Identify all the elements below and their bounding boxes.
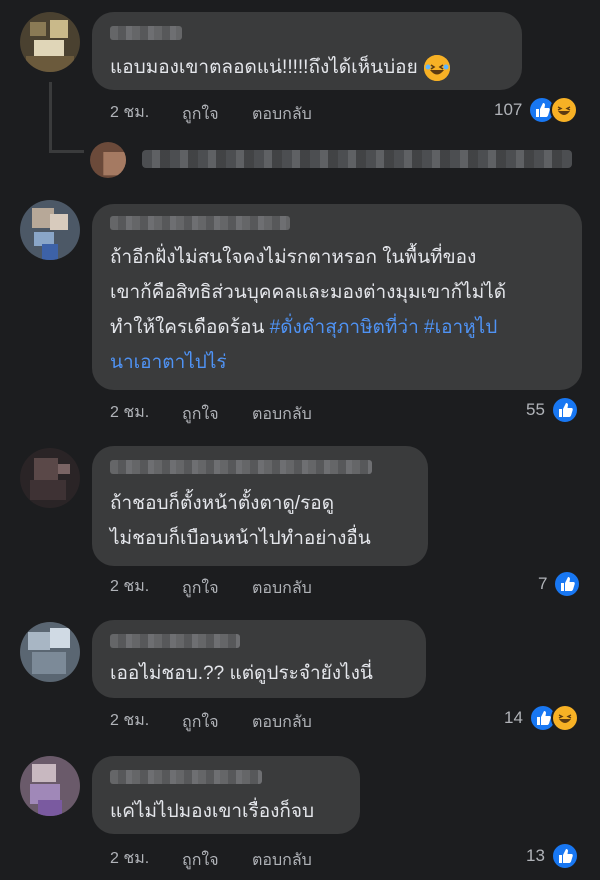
thread-line — [49, 82, 52, 152]
author-name[interactable] — [110, 770, 262, 784]
author-name[interactable] — [110, 216, 290, 230]
hashtag-link[interactable]: นาเอาตาไปไร่ — [110, 352, 227, 373]
reaction-summary[interactable]: 7 — [538, 570, 582, 598]
like-button[interactable]: ถูกใจ — [182, 710, 219, 735]
comment-bubble: แอบมองเขาตลอดแน่!!!!!ถึงได้เห็นบ่อย — [92, 12, 522, 90]
reaction-count: 13 — [526, 846, 545, 865]
hashtag-link[interactable]: #เอาหูไป — [424, 317, 497, 338]
reaction-summary[interactable]: 13 — [526, 842, 579, 870]
reaction-count: 7 — [538, 574, 548, 593]
like-icon — [550, 842, 579, 870]
reply-button[interactable]: ตอบกลับ — [252, 848, 312, 873]
reaction-summary[interactable]: 14 — [504, 704, 579, 732]
reaction-summary[interactable]: 107 — [494, 96, 579, 124]
comment-bubble: ถ้าชอบก็ตั้งหน้าตั้งตาดู/รอดู ไม่ชอบก็เบ… — [92, 446, 428, 566]
comment-text: ถ้าชอบก็ตั้งหน้าตั้งตาดู/รอดู ไม่ชอบก็เบ… — [110, 493, 371, 549]
timestamp[interactable]: 2 ชม. — [110, 100, 149, 125]
reply-button[interactable]: ตอบกลับ — [252, 710, 312, 735]
timestamp[interactable]: 2 ชม. — [110, 574, 149, 599]
like-icon — [550, 396, 579, 424]
timestamp[interactable]: 2 ชม. — [110, 846, 149, 871]
reaction-count: 14 — [504, 708, 523, 727]
comment-bubble: ถ้าอีกฝั่งไม่สนใจคงไม่รกตาหรอก ในพื้นที่… — [92, 204, 582, 390]
like-button[interactable]: ถูกใจ — [182, 848, 219, 873]
like-button[interactable]: ถูกใจ — [182, 402, 219, 427]
haha-icon — [550, 96, 579, 124]
author-name[interactable] — [110, 26, 182, 40]
timestamp[interactable]: 2 ชม. — [110, 708, 149, 733]
reply-avatar[interactable] — [90, 142, 126, 178]
author-name[interactable] — [110, 460, 372, 474]
reply-button[interactable]: ตอบกลับ — [252, 402, 312, 427]
avatar[interactable] — [20, 12, 80, 72]
comment-text: แอบมองเขาตลอดแน่!!!!!ถึงได้เห็นบ่อย — [110, 50, 450, 85]
avatar[interactable] — [20, 448, 80, 508]
comment-bubble: แค่ไม่ไปมองเขาเรื่องก็จบ — [92, 756, 360, 834]
reply-button[interactable]: ตอบกลับ — [252, 576, 312, 601]
laughing-emoji-icon — [423, 54, 450, 81]
avatar[interactable] — [20, 622, 80, 682]
hashtag-link[interactable]: #ดั่งคำสุภาษิตที่ว่า — [270, 317, 419, 338]
like-button[interactable]: ถูกใจ — [182, 102, 219, 127]
reaction-summary[interactable]: 55 — [526, 396, 579, 424]
like-button[interactable]: ถูกใจ — [182, 576, 219, 601]
comment-text: ถ้าอีกฝั่งไม่สนใจคงไม่รกตาหรอก ในพื้นที่… — [110, 247, 507, 373]
like-icon — [553, 570, 582, 598]
author-name[interactable] — [110, 634, 240, 648]
haha-icon — [550, 704, 579, 732]
avatar[interactable] — [20, 756, 80, 816]
reaction-count: 55 — [526, 400, 545, 419]
comment-text: แค่ไม่ไปมองเขาเรื่องก็จบ — [110, 801, 315, 822]
comment-text: เออไม่ชอบ.?? แต่ดูประจำยังไงนี่ — [110, 663, 373, 684]
comment-bubble: เออไม่ชอบ.?? แต่ดูประจำยังไงนี่ — [92, 620, 426, 698]
avatar[interactable] — [20, 200, 80, 260]
reaction-count: 107 — [494, 100, 523, 119]
reply-button[interactable]: ตอบกลับ — [252, 102, 312, 127]
thread-line-branch — [49, 150, 84, 153]
reply-preview-text — [142, 150, 572, 168]
timestamp[interactable]: 2 ชม. — [110, 400, 149, 425]
